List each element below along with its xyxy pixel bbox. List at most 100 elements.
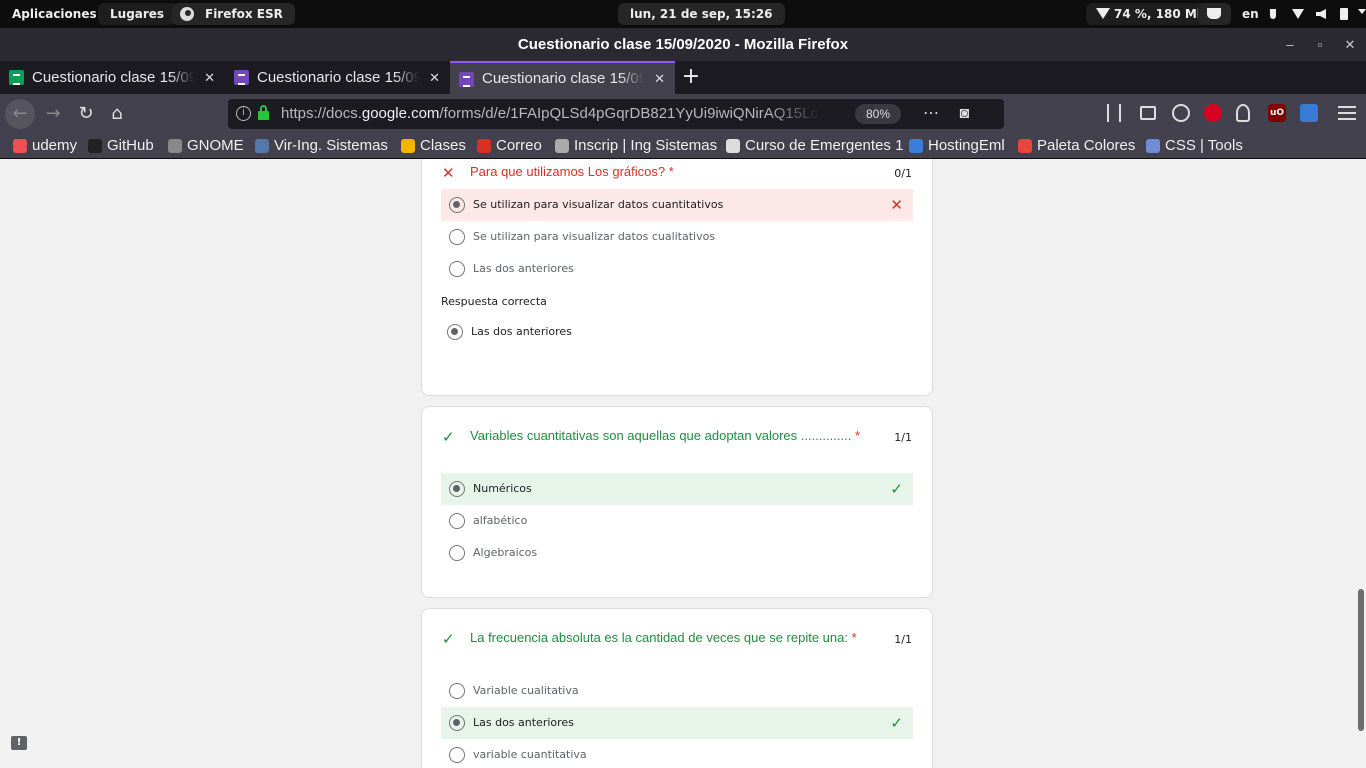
sidebar-icon[interactable] — [1140, 106, 1156, 120]
extension-podcast-icon[interactable] — [1236, 104, 1250, 122]
tab-title: Cuestionario clase 15/09/2020 — [32, 69, 194, 86]
incorrect-x-icon: ✕ — [442, 165, 455, 182]
option: Las dos anteriores — [441, 253, 913, 285]
back-button[interactable]: ← — [5, 99, 35, 129]
bookmark-hostingeml[interactable]: HostingEml — [909, 134, 1005, 158]
bookmark-label: Clases — [420, 137, 466, 154]
question-text: Variables cuantitativas son aquellas que… — [470, 428, 852, 443]
check-icon: ✓ — [442, 631, 455, 648]
bookmark-udemy[interactable]: udemy — [13, 134, 77, 158]
required-asterisk: * — [668, 164, 674, 179]
option: variable cuantitativa — [441, 739, 913, 768]
chevron-down-icon — [1358, 9, 1366, 14]
bookmark-label: GNOME — [187, 137, 244, 154]
gnome-icon — [168, 139, 182, 153]
close-window-button[interactable]: ✕ — [1340, 28, 1360, 61]
forward-button[interactable]: → — [38, 99, 68, 129]
url-prefix: https://docs. — [281, 105, 362, 122]
firefox-icon — [180, 7, 194, 21]
google-forms-icon — [459, 72, 474, 87]
zoom-indicator[interactable]: 80% — [855, 104, 901, 124]
gnome-top-bar: Aplicaciones Lugares Firefox ESR lun, 21… — [0, 0, 1366, 28]
correct-answer: Las dos anteriores — [441, 316, 913, 348]
option-selected-correct: Numéricos ✓ — [441, 473, 913, 505]
bookmark-inscrip[interactable]: Inscrip | Ing Sistemas — [555, 134, 717, 158]
report-feedback-icon[interactable]: ! — [11, 736, 27, 750]
bookmark-label: HostingEml — [928, 137, 1005, 154]
maximize-button[interactable]: ▫ — [1310, 28, 1330, 61]
home-button[interactable]: ⌂ — [102, 99, 132, 129]
lock-icon[interactable] — [258, 105, 269, 120]
required-asterisk: * — [851, 630, 857, 645]
navigation-toolbar: ← → ↻ ⌂ i https://docs.google.com/forms/… — [0, 94, 1366, 152]
wifi-icon — [1292, 9, 1304, 19]
radio-unchecked — [449, 747, 465, 763]
tab-title: Cuestionario clase 15/09/2020 — [482, 70, 644, 87]
bookmark-clases[interactable]: Clases — [401, 134, 466, 158]
bookmark-label: Inscrip | Ing Sistemas — [574, 137, 718, 154]
bookmark-label: Correo — [496, 137, 542, 154]
bookmark-label: Vir-Ing. Sistemas — [274, 137, 388, 154]
question-title: Para que utilizamos Los gráficos? * — [470, 164, 674, 179]
radio-unchecked — [449, 229, 465, 245]
option: Se utilizan para visualizar datos cualit… — [441, 221, 913, 253]
reload-button[interactable]: ↻ — [71, 99, 101, 129]
minimize-button[interactable]: – — [1280, 28, 1300, 61]
close-tab-icon[interactable]: ✕ — [654, 63, 665, 94]
option: alfabético — [441, 505, 913, 537]
question-card: ✓ Variables cuantitativas son aquellas q… — [421, 406, 933, 598]
option-label: Variable cualitativa — [473, 684, 579, 697]
bookmark-gnome[interactable]: GNOME — [168, 134, 244, 158]
radio-checked — [447, 324, 463, 340]
close-tab-icon[interactable]: ✕ — [429, 61, 440, 94]
question-text: La frecuencia absoluta es la cantidad de… — [470, 630, 848, 645]
check-icon: ✓ — [890, 480, 903, 498]
question-card: ✓ La frecuencia absoluta es la cantidad … — [421, 608, 933, 768]
cup-icon — [1207, 8, 1221, 19]
question-score: 1/1 — [894, 633, 912, 646]
option: Algebraicos — [441, 537, 913, 569]
scrollbar-thumb[interactable] — [1358, 589, 1364, 731]
bookmark-github[interactable]: GitHub — [88, 134, 154, 158]
udemy-icon — [13, 139, 27, 153]
extension-red-hand-icon[interactable] — [1204, 104, 1222, 122]
bookmark-paleta-colores[interactable]: Paleta Colores — [1018, 134, 1135, 158]
question-text: Para que utilizamos Los gráficos? — [470, 164, 666, 179]
bookmark-vir-ing-sistemas[interactable]: Vir-Ing. Sistemas — [255, 134, 388, 158]
url-domain: google.com — [361, 105, 440, 122]
url-text[interactable]: https://docs.google.com/forms/d/e/1FAIpQ… — [281, 99, 821, 129]
option-label: Se utilizan para visualizar datos cualit… — [473, 230, 716, 243]
question-score: 0/1 — [894, 167, 912, 180]
bookmark-curso-emergentes[interactable]: Curso de Emergentes 1 — [726, 134, 903, 158]
volume-icon — [1316, 9, 1326, 19]
new-tab-button[interactable]: + — [680, 61, 702, 94]
hamburger-menu-icon[interactable] — [1338, 106, 1356, 120]
translate-extension-icon[interactable] — [1300, 104, 1318, 122]
music-note-icon — [1270, 9, 1276, 19]
bookmark-label: GitHub — [107, 137, 154, 154]
close-tab-icon[interactable]: ✕ — [204, 61, 215, 94]
tab-2[interactable]: Cuestionario clase 15/09/2020 ✕ — [225, 61, 450, 94]
tab-1[interactable]: Cuestionario clase 15/09/2020 ✕ — [0, 61, 225, 94]
bookmark-correo[interactable]: Correo — [477, 134, 542, 158]
url-bar[interactable]: i https://docs.google.com/forms/d/e/1FAI… — [228, 99, 1004, 152]
account-icon[interactable] — [1172, 104, 1190, 122]
bookmark-css-tools[interactable]: CSS | Tools — [1146, 134, 1243, 158]
caffeine-indicator[interactable] — [1198, 3, 1231, 25]
active-app-menu[interactable]: Firefox ESR — [172, 3, 295, 25]
system-menu[interactable] — [1262, 3, 1366, 25]
tab-3-active[interactable]: Cuestionario clase 15/09/2020 ✕ — [450, 61, 675, 94]
activities-applications-menu[interactable]: Aplicaciones — [0, 3, 109, 25]
question-title: Variables cuantitativas son aquellas que… — [470, 428, 860, 443]
places-menu[interactable]: Lugares — [98, 3, 177, 25]
page-content: ✕ Para que utilizamos Los gráficos? * 0/… — [0, 159, 1356, 768]
ublock-origin-icon[interactable]: uO — [1268, 104, 1286, 122]
radio-checked — [449, 197, 465, 213]
library-icon[interactable] — [1107, 104, 1121, 122]
site-info-icon[interactable]: i — [236, 106, 251, 121]
tab-strip: Cuestionario clase 15/09/2020 ✕ Cuestion… — [0, 61, 1366, 94]
page-scrollbar[interactable] — [1356, 159, 1366, 768]
globe-icon — [555, 139, 569, 153]
bookmark-label: udemy — [32, 137, 78, 154]
clock[interactable]: lun, 21 de sep, 15:26 — [618, 3, 785, 25]
